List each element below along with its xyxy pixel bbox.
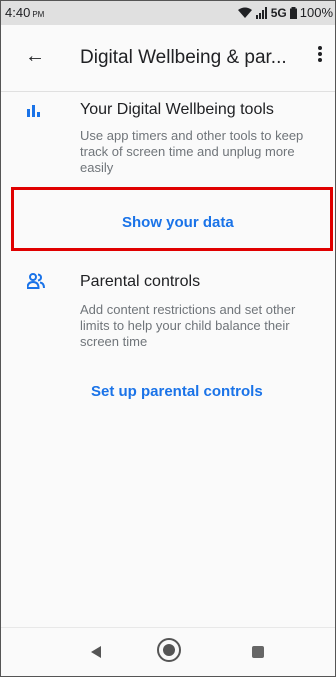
battery-label: 100%	[299, 5, 333, 20]
set-up-parental-controls-button[interactable]: Set up parental controls	[91, 383, 263, 400]
wellbeing-tools-title: Your Digital Wellbeing tools	[80, 101, 274, 118]
parental-controls-section: Parental controls Add content restrictio…	[1, 263, 335, 413]
status-time-value: 4:40	[5, 5, 31, 20]
more-options-icon[interactable]	[311, 44, 329, 68]
phone-screen: 4:40 PM 5G 100% ← Digital Wellbeing & par…	[0, 0, 336, 677]
wifi-icon	[237, 7, 252, 18]
page-title: Digital Wellbeing & par...	[80, 47, 287, 68]
bar-chart-icon	[27, 105, 40, 117]
wellbeing-tools-description: Use app timers and other tools to keep t…	[80, 128, 304, 175]
status-time: 4:40 PM	[5, 5, 44, 20]
network-label: 5G	[270, 5, 287, 20]
system-nav-bar	[1, 627, 335, 676]
battery-icon	[289, 6, 297, 19]
nav-back-icon[interactable]	[91, 646, 101, 658]
nav-home-icon[interactable]	[157, 638, 181, 662]
highlight-box	[11, 187, 333, 251]
status-bar: 4:40 PM 5G 100%	[1, 1, 335, 25]
status-indicators: 5G 100%	[237, 5, 333, 20]
app-bar: ← Digital Wellbeing & par...	[1, 25, 335, 92]
parental-controls-description: Add content restrictions and set other l…	[80, 302, 296, 349]
signal-icon	[255, 6, 267, 19]
people-icon	[27, 273, 45, 289]
parental-controls-title: Parental controls	[80, 273, 201, 290]
status-time-ampm: PM	[32, 10, 45, 19]
back-arrow-icon[interactable]: ←	[25, 45, 45, 68]
nav-recents-icon[interactable]	[252, 646, 264, 658]
